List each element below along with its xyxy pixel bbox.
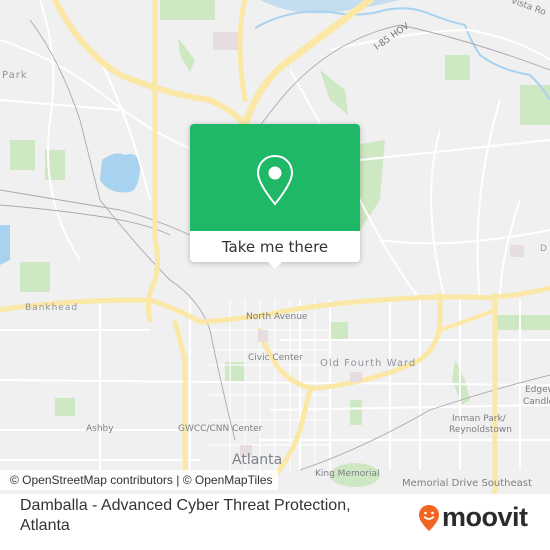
moovit-wordmark: moovit	[442, 502, 528, 532]
label-candler: Candle	[523, 397, 550, 407]
label-reynoldstown: Reynoldstown	[449, 425, 512, 435]
map[interactable]: Park I-85 HOV Vista Ro D Bankhead North …	[0, 0, 550, 494]
label-ashby: Ashby	[86, 424, 114, 434]
label-memorial-drive: Memorial Drive Southeast	[402, 478, 532, 489]
label-atlanta: Atlanta	[232, 452, 283, 468]
label-inman-park: Inman Park/	[452, 414, 506, 424]
footer: Damballa - Advanced Cyber Threat Protect…	[0, 494, 550, 550]
label-civic-center: Civic Center	[248, 353, 303, 363]
take-me-there-button[interactable]: Take me there	[190, 231, 360, 262]
label-edgewood: Edgew	[525, 385, 550, 395]
downtown-grid	[210, 300, 330, 470]
popup-header[interactable]	[190, 124, 360, 231]
label-king-memorial: King Memorial	[315, 469, 380, 479]
label-d: D	[540, 244, 547, 254]
label-north-avenue: North Avenue	[246, 312, 308, 322]
label-gwcc: GWCC/CNN Center	[178, 424, 263, 434]
place-name: Damballa - Advanced Cyber Threat Protect…	[20, 497, 351, 534]
map-attribution[interactable]: © OpenStreetMap contributors | © OpenMap…	[0, 470, 279, 490]
label-bankhead: Bankhead	[25, 303, 79, 313]
moovit-pin-icon	[419, 504, 439, 531]
label-park: Park	[2, 70, 28, 81]
popup-tail	[267, 261, 283, 269]
label-old-fourth-ward: Old Fourth Ward	[320, 358, 417, 369]
location-pin-icon	[256, 154, 294, 206]
destination-popup[interactable]: Take me there	[190, 124, 360, 269]
moovit-logo[interactable]: moovit	[418, 502, 528, 533]
